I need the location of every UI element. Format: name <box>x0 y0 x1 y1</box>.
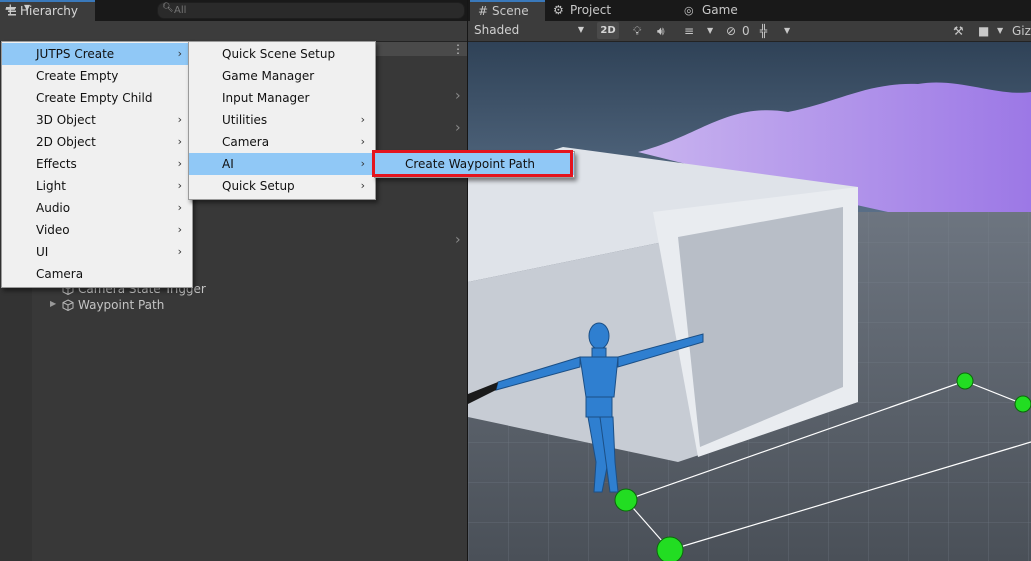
effects-dropdown-icon[interactable]: ▼ <box>707 22 713 40</box>
plus-icon: + <box>4 0 17 18</box>
menu-item-input-manager[interactable]: Input Manager <box>189 87 375 109</box>
hidden-objects-eye-icon[interactable]: ⊘ <box>726 22 736 40</box>
menu-item-jutps-create[interactable]: JUTPS Create › <box>2 43 192 65</box>
grid-dropdown-icon[interactable]: ▼ <box>784 22 790 40</box>
expand-arrow-icon[interactable]: ▶ <box>50 299 56 308</box>
expand-chevron-icon[interactable]: › <box>455 88 461 104</box>
menu-item-light[interactable]: Light › <box>2 175 192 197</box>
chevron-right-icon: › <box>177 223 182 236</box>
gear-icon: ⚙ <box>553 3 564 17</box>
chevron-right-icon: › <box>177 113 182 126</box>
menu-item-jutps-camera[interactable]: Camera › <box>189 131 375 153</box>
jutps-submenu: Quick Scene Setup Game Manager Input Man… <box>188 41 376 200</box>
ai-submenu: Create Waypoint Path <box>374 151 575 178</box>
menu-item-label: Utilities <box>222 113 268 127</box>
tab-game[interactable]: ◎ Game <box>684 0 744 21</box>
chevron-right-icon: › <box>177 201 182 214</box>
menu-item-label: JUTPS Create <box>36 47 115 61</box>
menu-item-ui[interactable]: UI › <box>2 241 192 263</box>
shading-mode-value: Shaded <box>474 23 520 37</box>
gamepad-icon: ◎ <box>684 4 694 17</box>
chevron-right-icon: › <box>177 47 182 60</box>
menu-item-quick-scene-setup[interactable]: Quick Scene Setup <box>189 43 375 65</box>
menu-item-effects[interactable]: Effects › <box>2 153 192 175</box>
menu-item-label: Camera <box>222 135 270 149</box>
menu-item-create-empty[interactable]: Create Empty <box>2 65 192 87</box>
create-context-menu: JUTPS Create › Create Empty Create Empty … <box>1 41 193 288</box>
menu-item-quick-setup[interactable]: Quick Setup › <box>189 175 375 197</box>
gizmos-dropdown[interactable]: Giz <box>1012 22 1031 40</box>
camera-dropdown-icon[interactable]: ▼ <box>997 22 1003 40</box>
menu-item-label: Light <box>36 179 66 193</box>
menu-item-label: Camera <box>36 267 84 281</box>
menu-item-3d-object[interactable]: 3D Object › <box>2 109 192 131</box>
menu-item-label: AI <box>222 157 234 171</box>
menu-item-label: Create Waypoint Path <box>405 157 536 171</box>
shading-mode-dropdown[interactable]: Shaded ▼ <box>472 22 590 40</box>
tree-item-label: Waypoint Path <box>78 298 165 312</box>
menu-item-video[interactable]: Video › <box>2 219 192 241</box>
chevron-right-icon: › <box>177 135 182 148</box>
scene-viewport[interactable] <box>468 42 1031 561</box>
grid-toggle-icon[interactable]: ╬ <box>760 22 767 40</box>
chevron-right-icon: › <box>360 113 365 126</box>
chevron-right-icon: › <box>177 245 182 258</box>
menu-item-label: Create Empty Child <box>36 91 153 105</box>
lighting-toggle-icon[interactable]: 💡︎ <box>633 22 641 40</box>
menu-item-label: Game Manager <box>222 69 315 83</box>
gameobject-cube-icon <box>62 299 74 311</box>
hidden-objects-count: 0 <box>742 24 750 38</box>
search-icon: 🔍︎ <box>162 3 174 13</box>
menu-item-label: Input Manager <box>222 91 310 105</box>
chevron-right-icon: › <box>360 157 365 170</box>
menu-item-label: 3D Object <box>36 113 96 127</box>
menu-item-label: Quick Setup <box>222 179 295 193</box>
menu-item-camera[interactable]: Camera <box>2 263 192 285</box>
tab-game-label: Game <box>702 3 738 17</box>
effects-layers-icon[interactable]: ≡ <box>684 22 694 40</box>
chevron-down-icon: ▼ <box>577 25 584 34</box>
grid-icon: # <box>478 4 489 18</box>
chevron-right-icon: › <box>360 135 365 148</box>
chevron-right-icon: › <box>360 179 365 192</box>
hierarchy-toolbar <box>0 21 467 42</box>
menu-item-label: Video <box>36 223 70 237</box>
camera-icon[interactable]: ■ <box>978 22 989 40</box>
chevron-right-icon: › <box>177 157 182 170</box>
tab-scene-label: Scene <box>492 4 529 18</box>
audio-toggle-icon[interactable]: 🔊︎ <box>657 22 665 40</box>
menu-item-create-waypoint-path[interactable]: Create Waypoint Path <box>375 153 574 175</box>
chevron-right-icon: › <box>177 179 182 192</box>
search-input[interactable] <box>174 3 454 18</box>
menu-item-utilities[interactable]: Utilities › <box>189 109 375 131</box>
scene-header-more-icon[interactable]: ⋮ <box>452 42 464 56</box>
menu-item-label: Audio <box>36 201 71 215</box>
hierarchy-search[interactable]: 🔍︎ <box>157 2 465 19</box>
toggle-2d-button[interactable]: 2D <box>597 22 619 39</box>
tab-scene[interactable]: # Scene <box>470 0 545 21</box>
tab-project-settings[interactable]: ⚙ Project Settings <box>553 0 663 38</box>
tree-item[interactable]: ▶ Waypoint Path <box>50 298 250 314</box>
menu-item-label: UI <box>36 245 49 259</box>
chevron-down-icon: ▼ <box>24 3 31 12</box>
menu-item-2d-object[interactable]: 2D Object › <box>2 131 192 153</box>
menu-item-create-empty-child[interactable]: Create Empty Child <box>2 87 192 109</box>
menu-item-label: Effects <box>36 157 77 171</box>
menu-item-label: 2D Object <box>36 135 96 149</box>
menu-item-game-manager[interactable]: Game Manager <box>189 65 375 87</box>
menu-item-audio[interactable]: Audio › <box>2 197 192 219</box>
tools-icon[interactable]: ⚒ <box>953 22 964 40</box>
menu-item-ai[interactable]: AI › <box>189 153 375 175</box>
expand-chevron-icon[interactable]: › <box>455 232 461 248</box>
create-dropdown-button[interactable]: + ▼ <box>4 1 34 19</box>
menu-item-label: Create Empty <box>36 69 119 83</box>
menu-item-label: Quick Scene Setup <box>222 47 336 61</box>
expand-chevron-icon[interactable]: › <box>455 120 461 136</box>
